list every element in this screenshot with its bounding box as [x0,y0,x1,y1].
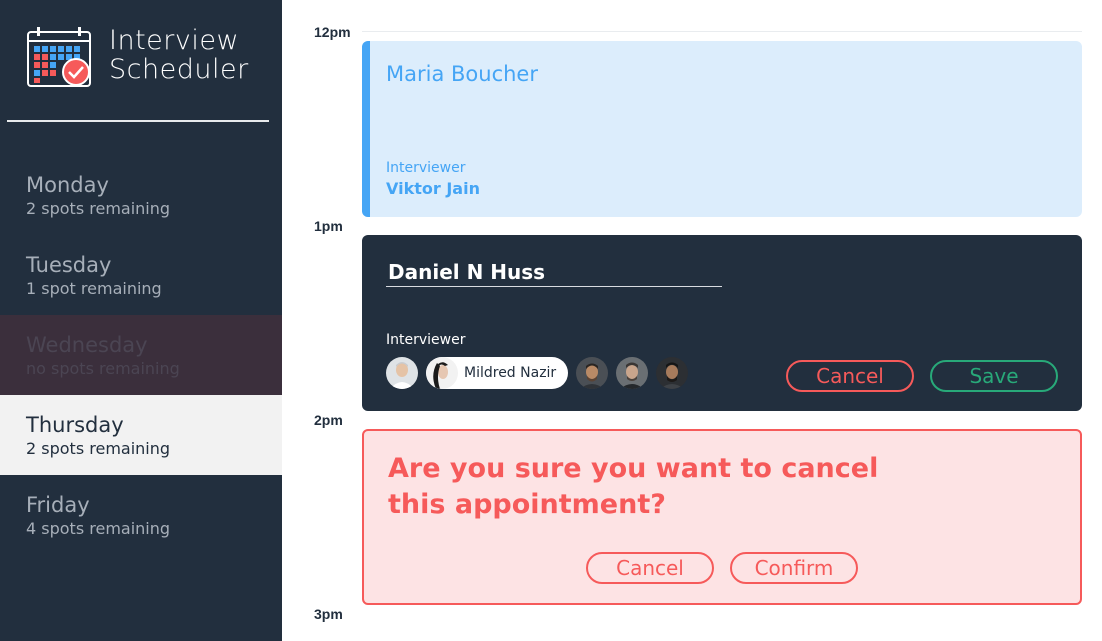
day-name: Friday [26,493,90,517]
student-name: Maria Boucher [386,62,538,86]
hour-label: 2pm [314,412,343,428]
interviewer-avatar[interactable] [616,357,648,389]
interviewer-avatar[interactable] [656,357,688,389]
day-name: Wednesday [26,333,148,357]
appointment-accent-bar [362,41,370,217]
day-spots: 2 spots remaining [26,439,171,458]
hour-label: 1pm [314,218,343,234]
avatar-photo [386,357,418,389]
day-item-thursday[interactable]: Thursday 2 spots remaining [0,395,282,475]
student-name-input[interactable] [386,257,722,287]
day-item-tuesday[interactable]: Tuesday 1 spot remaining [0,235,282,315]
app-title: Interview Scheduler [109,26,249,84]
appointment-booked[interactable]: Maria Boucher Interviewer Viktor Jain [362,41,1082,217]
interviewer-label: Interviewer [386,332,466,348]
cancel-button[interactable]: Cancel [786,360,914,392]
interviewer-list: Mildred Nazir [386,357,696,389]
interviewer-avatar[interactable] [576,357,608,389]
interviewer-name: Mildred Nazir [464,365,557,381]
cancel-confirmation: Are you sure you want to cancel this app… [362,429,1082,605]
day-spots: 1 spot remaining [26,279,162,298]
schedule: 12pm 1pm 2pm 3pm Maria Boucher Interview… [282,0,1102,641]
day-name: Thursday [26,413,124,437]
avatar-photo [616,357,648,389]
interviewer-avatar[interactable] [386,357,418,389]
app-title-line2: Scheduler [109,54,249,85]
day-item-monday[interactable]: Monday 2 spots remaining [0,155,282,235]
hour-label: 3pm [314,606,343,622]
day-list: Monday 2 spots remaining Tuesday 1 spot … [0,155,282,555]
sidebar: Interview Scheduler Monday 2 spots remai… [0,0,282,641]
save-button[interactable]: Save [930,360,1058,392]
day-spots: 2 spots remaining [26,199,171,218]
avatar-photo [426,357,458,389]
day-spots: no spots remaining [26,359,180,378]
interviewer-label: Interviewer [386,160,466,176]
day-name: Tuesday [26,253,112,277]
sidebar-divider [7,120,269,122]
confirm-button[interactable]: Confirm [730,552,858,584]
avatar-photo [576,357,608,389]
hour-divider [362,31,1082,32]
app-title-line1: Interview [109,25,240,56]
avatar-photo [656,357,688,389]
confirm-cancel-button[interactable]: Cancel [586,552,714,584]
day-name: Monday [26,173,109,197]
confirm-message: Are you sure you want to cancel this app… [388,453,879,520]
calendar-check-icon [27,27,91,87]
day-item-friday[interactable]: Friday 4 spots remaining [0,475,282,555]
interviewer-name: Viktor Jain [386,179,480,198]
interviewer-avatar-selected[interactable]: Mildred Nazir [426,357,568,389]
day-spots: 4 spots remaining [26,519,171,538]
brand: Interview Scheduler [26,26,248,88]
day-item-wednesday[interactable]: Wednesday no spots remaining [0,315,282,395]
appointment-form: Interviewer [362,235,1082,411]
hour-label: 12pm [314,24,351,40]
